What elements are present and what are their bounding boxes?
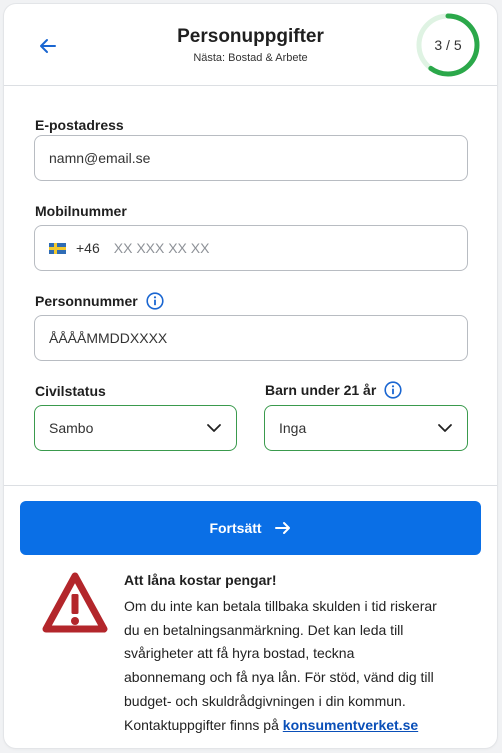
progress-label: 3 / 5: [434, 37, 462, 53]
children-value: Inga: [279, 420, 307, 436]
email-label: E-postadress: [35, 117, 124, 133]
email-field[interactable]: namn@email.se: [34, 135, 468, 181]
continue-button[interactable]: Fortsätt: [20, 501, 481, 555]
country-code-selector[interactable]: +46: [49, 240, 100, 256]
civil-status-select[interactable]: Sambo: [34, 405, 237, 451]
chevron-down-icon: [438, 424, 452, 432]
warning-triangle-icon: [42, 572, 108, 633]
warning-line: budget- och skuldrådgivningen i din komm…: [124, 692, 406, 709]
mobile-field[interactable]: +46 XX XXX XX XX: [34, 225, 468, 271]
form-card: Personuppgifter Nästa: Bostad & Arbete 3…: [4, 4, 497, 748]
personal-number-label: Personnummer: [35, 292, 164, 310]
children-label-text: Barn under 21 år: [265, 382, 377, 398]
warning-text: Om du inte kan betala tillbaka skulden i…: [124, 595, 469, 737]
civil-status-label-text: Civilstatus: [35, 383, 106, 399]
warning-line: Om du inte kan betala tillbaka skulden i…: [124, 598, 437, 614]
personal-number-field[interactable]: ÅÅÅÅMMDDXXXX: [34, 315, 468, 361]
info-icon[interactable]: [384, 381, 402, 399]
warning-line: du en betalningsanmärkning. Det kan leda…: [124, 621, 404, 638]
children-select[interactable]: Inga: [264, 405, 468, 451]
mobile-label: Mobilnummer: [35, 203, 127, 219]
warning-line: svårigheter att få hyra bostad, teckna: [124, 645, 355, 662]
mobile-label-text: Mobilnummer: [35, 203, 127, 219]
continue-button-label: Fortsätt: [209, 520, 262, 536]
personal-number-placeholder: ÅÅÅÅMMDDXXXX: [49, 330, 168, 346]
contact-prefix: Kontaktuppgifter finns på: [124, 716, 279, 733]
arrow-right-icon: [274, 522, 290, 534]
warning-line: abonnemang och få nya lån. För stöd, vän…: [124, 669, 434, 686]
warning-title: Att låna kostar pengar!: [124, 572, 277, 588]
chevron-down-icon: [207, 424, 221, 432]
info-icon[interactable]: [146, 292, 164, 310]
civil-status-value: Sambo: [49, 420, 94, 436]
email-label-text: E-postadress: [35, 117, 124, 133]
children-label: Barn under 21 år: [265, 381, 402, 399]
email-placeholder: namn@email.se: [49, 150, 151, 166]
warning-contact-line: Kontaktuppgifter finns på konsumentverke…: [124, 714, 469, 738]
section-divider: [4, 485, 497, 486]
mobile-placeholder: XX XXX XX XX: [113, 240, 210, 256]
sweden-flag-icon: [49, 242, 66, 254]
country-code: +46: [76, 240, 100, 256]
konsumentverket-link[interactable]: konsumentverket.se: [283, 717, 418, 733]
header: Personuppgifter Nästa: Bostad & Arbete 3…: [4, 4, 497, 86]
personal-number-label-text: Personnummer: [35, 293, 138, 309]
step-progress: 3 / 5: [415, 12, 481, 78]
civil-status-label: Civilstatus: [35, 383, 106, 399]
